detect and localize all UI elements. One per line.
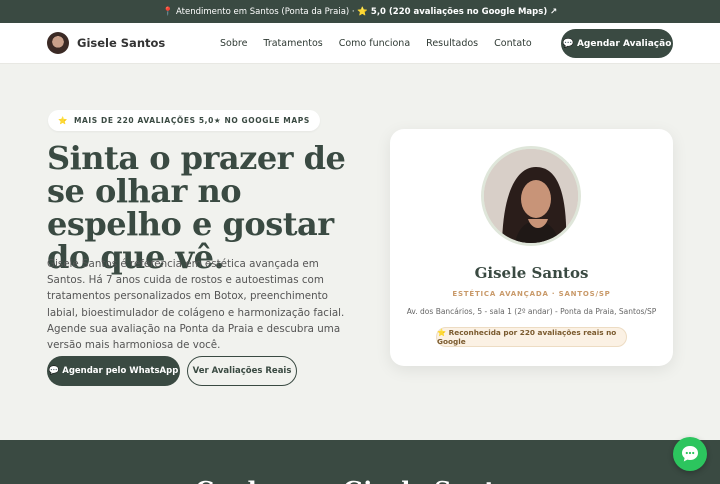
- nav-item-tratamentos[interactable]: Tratamentos: [263, 38, 322, 49]
- google-rating-link[interactable]: 5,0 (220 avaliações no Google Maps) ↗: [371, 7, 557, 17]
- section-title: Conheça a Gisele Santos: [0, 476, 720, 484]
- hero-headline: Sinta o prazer de se olhar no espelho e …: [47, 139, 346, 276]
- schedule-button[interactable]: 💬 Agendar Avaliação: [561, 29, 673, 58]
- reviews-badge-text: MAIS DE 220 AVALIAÇÕES 5,0★ NO GOOGLE MA…: [73, 116, 310, 125]
- nav-item-como-funciona[interactable]: Como funciona: [339, 38, 410, 49]
- profile-address: Av. dos Bancários, 5 - sala 1 (2º andar)…: [406, 307, 657, 316]
- hero-section: ⭐ MAIS DE 220 AVALIAÇÕES 5,0★ NO GOOGLE …: [0, 64, 720, 440]
- whatsapp-float-button[interactable]: [673, 437, 707, 471]
- reviews-button[interactable]: Ver Avaliações Reais: [187, 356, 297, 386]
- nav-menu: Sobre Tratamentos Como funciona Resultad…: [220, 38, 532, 49]
- profile-name: Gisele Santos: [474, 264, 589, 282]
- announcement-bar: 📍 Atendimento em Santos (Ponta da Praia)…: [0, 0, 720, 23]
- nav-item-sobre[interactable]: Sobre: [220, 38, 247, 49]
- google-reviews-pill: ⭐ Reconhecida por 220 avaliações reais n…: [436, 327, 627, 347]
- avatar: [47, 32, 69, 54]
- reviews-badge: ⭐ MAIS DE 220 AVALIAÇÕES 5,0★ NO GOOGLE …: [48, 110, 320, 131]
- brand-name: Gisele Santos: [77, 36, 166, 50]
- profile-card: Gisele Santos ESTÉTICA AVANÇADA · SANTOS…: [390, 129, 673, 366]
- portrait-illustration: [484, 149, 578, 243]
- chat-icon: [682, 446, 698, 462]
- profile-role: ESTÉTICA AVANÇADA · SANTOS/SP: [452, 290, 611, 298]
- next-section: Conheça a Gisele Santos: [0, 440, 720, 484]
- star-icon: ⭐: [58, 116, 68, 125]
- navbar: Gisele Santos Sobre Tratamentos Como fun…: [0, 23, 720, 64]
- profile-photo: [481, 146, 581, 246]
- nav-item-resultados[interactable]: Resultados: [426, 38, 478, 49]
- brand[interactable]: Gisele Santos: [47, 32, 165, 54]
- nav-item-contato[interactable]: Contato: [494, 38, 532, 49]
- announcement-text: 📍 Atendimento em Santos (Ponta da Praia)…: [162, 6, 368, 17]
- whatsapp-button[interactable]: 💬 Agendar pelo WhatsApp: [47, 356, 180, 386]
- hero-description: Gisele Santos é referência em estética a…: [47, 258, 345, 352]
